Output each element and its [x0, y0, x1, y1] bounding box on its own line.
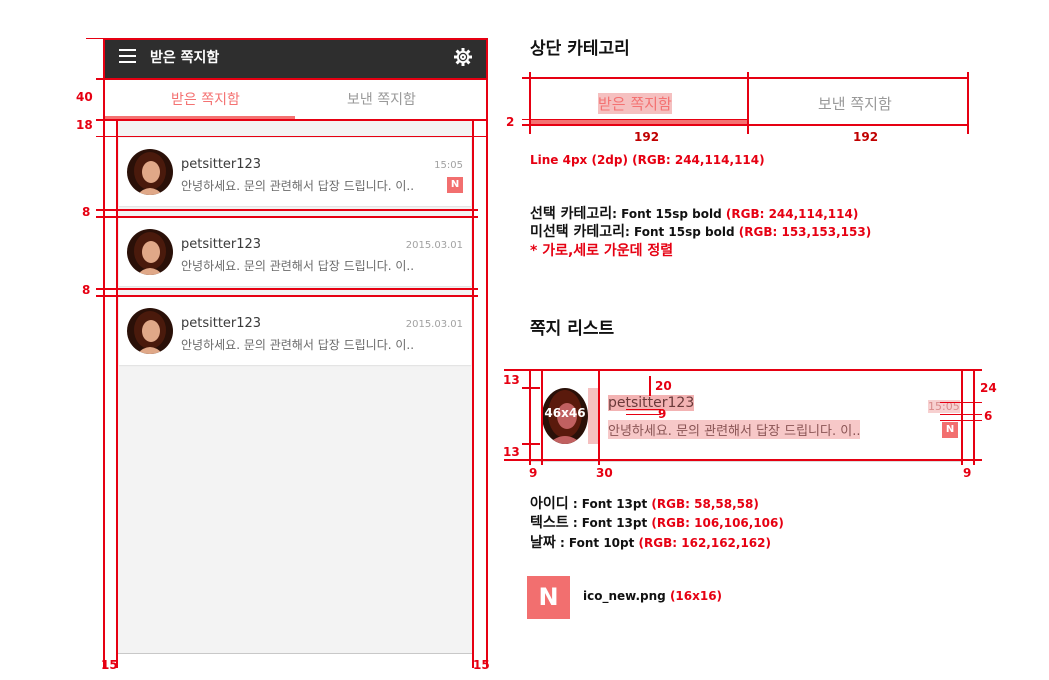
guide-gap2-bottom	[96, 295, 478, 297]
gear-icon[interactable]	[453, 47, 473, 67]
selected-category-spec: 선택 카테고리: Font 15sp bold (RGB: 244,114,11…	[530, 206, 859, 222]
tab-bar: 받은 쪽지함 보낸 쪽지함	[103, 79, 487, 119]
message-preview: 안녕하세요. 문의 관련해서 답장 드립니다. 이..	[181, 179, 415, 193]
message-preview: 안녕하세요. 문의 관련해서 답장 드립니다. 이..	[181, 338, 415, 352]
guide-frame-left	[103, 38, 105, 668]
text-font-spec: 텍스트 : Font 13pt (RGB: 106,106,106)	[530, 515, 784, 531]
spec-tab-inactive: 보낸 쪽지함	[818, 95, 892, 113]
guide	[504, 459, 982, 461]
guide-frame-right	[486, 38, 488, 668]
guide	[522, 119, 748, 120]
measure-9: 9	[529, 466, 538, 480]
measure-13: 13	[503, 373, 520, 387]
guide	[940, 420, 982, 421]
avatar	[127, 229, 173, 275]
guide	[973, 369, 975, 465]
avatar	[127, 308, 173, 354]
list-spec-title: 쪽지 리스트	[530, 319, 615, 339]
tab-spec-diagram: 받은 쪽지함 보낸 쪽지함	[530, 80, 968, 124]
measure-192: 192	[634, 130, 660, 144]
guide	[747, 72, 749, 134]
new-icon-sample: N	[527, 576, 570, 619]
line-spec: Line 4px (2dp) (RGB: 244,114,114)	[530, 153, 765, 167]
category-spec-title: 상단 카테고리	[530, 39, 630, 59]
measure-13: 13	[503, 445, 520, 459]
align-note: * 가로,세로 가운데 정렬	[530, 243, 674, 259]
message-user-id: petsitter123	[181, 237, 262, 252]
spec-tab-active: 받은 쪽지함	[598, 93, 672, 114]
guide-gap1-bottom	[96, 216, 478, 218]
guide-tick	[86, 38, 104, 39]
guide	[649, 376, 651, 396]
measure-9: 9	[963, 466, 972, 480]
guide	[626, 414, 661, 415]
new-icon-spec: ico_new.png (16x16)	[583, 589, 723, 603]
measure-40: 40	[76, 90, 93, 104]
spec-message-text: 안녕하세요. 문의 관련해서 답장 드립니다. 이..	[608, 420, 861, 439]
message-preview: 안녕하세요. 문의 관련해서 답장 드립니다. 이..	[181, 259, 415, 273]
guide	[940, 414, 982, 415]
measure-30: 30	[596, 466, 613, 480]
guide	[522, 124, 969, 126]
measure-8: 8	[82, 205, 91, 219]
guide	[522, 387, 540, 389]
guide	[504, 369, 982, 371]
tab-sent[interactable]: 보낸 쪽지함	[347, 89, 416, 109]
guide	[529, 369, 531, 465]
list-item[interactable]: petsitter123 안녕하세요. 문의 관련해서 답장 드립니다. 이..…	[119, 138, 471, 206]
measure-8: 8	[82, 283, 91, 297]
app-bar-title: 받은 쪽지함	[150, 50, 220, 66]
new-badge-icon: N	[447, 177, 463, 193]
guide	[522, 77, 969, 79]
message-date: 2015.03.01	[405, 319, 463, 330]
list-item[interactable]: petsitter123 안녕하세요. 문의 관련해서 답장 드립니다. 이..…	[119, 297, 471, 365]
measure-15: 15	[101, 658, 118, 672]
measure-9: 9	[658, 407, 667, 421]
tab-received[interactable]: 받은 쪽지함	[171, 89, 240, 109]
guide	[967, 72, 969, 134]
guide	[961, 369, 963, 465]
message-user-id: petsitter123	[181, 316, 262, 331]
measure-20: 20	[655, 379, 672, 393]
measure-2: 2	[506, 115, 515, 129]
guide-list-top	[96, 136, 488, 137]
guide	[522, 443, 540, 445]
list-bottom-divider	[116, 653, 472, 654]
guide-inner-left	[116, 120, 118, 668]
list-item[interactable]: petsitter123 안녕하세요. 문의 관련해서 답장 드립니다. 이..…	[119, 218, 471, 286]
guide	[940, 402, 982, 403]
id-font-spec: 아이디 : Font 13pt (RGB: 58,58,58)	[530, 496, 759, 512]
guide-inner-right	[472, 120, 474, 668]
message-user-id: petsitter123	[181, 157, 262, 172]
list-spec-diagram: 46x46 petsitter123 안녕하세요. 문의 관련해서 답장 드립니…	[530, 379, 962, 462]
message-date: 2015.03.01	[405, 240, 463, 251]
guide-tab-top	[96, 78, 488, 80]
date-font-spec: 날짜 : Font 10pt (RGB: 162,162,162)	[530, 535, 771, 551]
measure-18: 18	[76, 118, 93, 132]
measure-15: 15	[473, 658, 490, 672]
spec-new-badge-icon: N	[942, 422, 958, 438]
menu-icon[interactable]	[119, 48, 136, 64]
guide	[529, 72, 531, 134]
measure-192: 192	[853, 130, 879, 144]
measure-24: 24	[980, 381, 997, 395]
guide-frame-top	[103, 38, 488, 40]
guide	[541, 369, 543, 465]
measure-6: 6	[984, 409, 993, 423]
spec-avatar-size: 46x46	[544, 406, 586, 420]
guide-tab-bottom	[96, 119, 488, 121]
message-date: 15:05	[434, 160, 463, 171]
guide	[598, 369, 600, 465]
guide-gap1-top	[96, 209, 478, 211]
guide	[626, 409, 661, 410]
avatar	[127, 149, 173, 195]
unselected-category-spec: 미선택 카테고리: Font 15sp bold (RGB: 153,153,1…	[530, 224, 872, 240]
guide-gap2-top	[96, 288, 478, 290]
